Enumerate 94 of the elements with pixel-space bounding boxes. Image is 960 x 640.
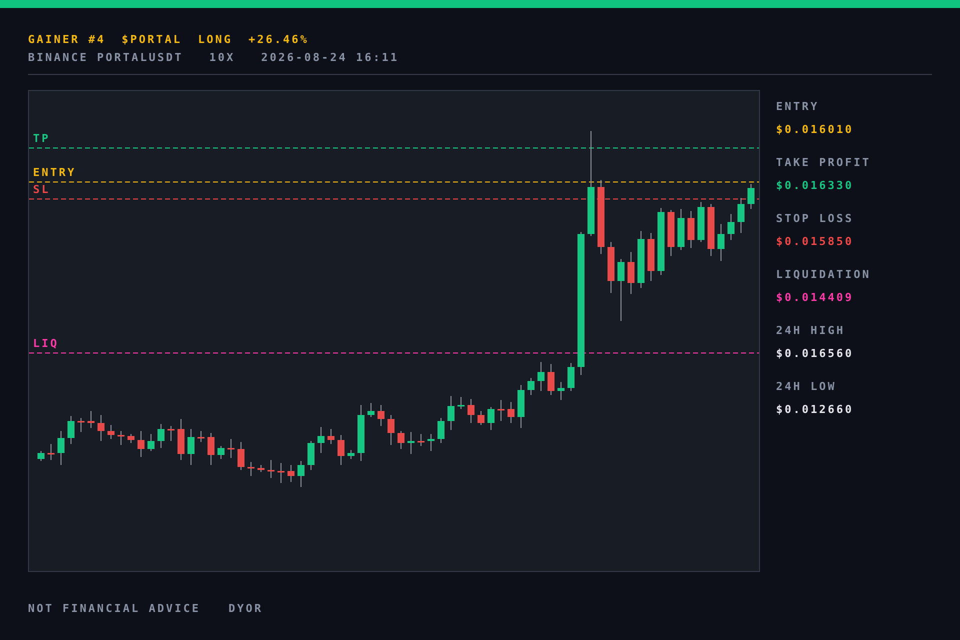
candlestick bbox=[438, 418, 444, 444]
candlestick bbox=[668, 210, 674, 256]
candlestick bbox=[708, 204, 714, 256]
price-level-label: TP bbox=[33, 132, 50, 145]
stat-value: $0.015850 bbox=[776, 235, 855, 248]
stat-label: 24H HIGH bbox=[776, 324, 846, 337]
candlestick bbox=[638, 230, 644, 288]
candlestick bbox=[98, 414, 104, 442]
candlestick bbox=[468, 398, 474, 424]
price-level-label: LIQ bbox=[33, 337, 59, 350]
candlestick bbox=[698, 202, 704, 242]
candlestick bbox=[128, 434, 134, 444]
candlestick bbox=[158, 424, 164, 448]
candlestick bbox=[418, 434, 424, 446]
candlestick bbox=[278, 462, 284, 484]
price-level-label: ENTRY bbox=[33, 166, 76, 179]
candlestick bbox=[448, 396, 454, 430]
candlestick bbox=[168, 426, 174, 442]
stat-value: $0.012660 bbox=[776, 403, 855, 416]
candlestick bbox=[728, 214, 734, 240]
candlestick bbox=[298, 460, 304, 488]
candlestick bbox=[148, 434, 154, 452]
candlestick bbox=[318, 426, 324, 454]
candlestick bbox=[548, 364, 554, 396]
candlestick bbox=[48, 444, 54, 460]
header-title-text: LONG bbox=[198, 32, 232, 46]
header-subtitle-text: 10X bbox=[209, 50, 236, 64]
candlestick bbox=[268, 460, 274, 478]
candlestick bbox=[248, 462, 254, 476]
candlestick bbox=[688, 210, 694, 248]
candlestick bbox=[348, 450, 354, 460]
candlestick bbox=[188, 428, 194, 466]
stat-label: TAKE PROFIT bbox=[776, 156, 871, 169]
candlestick bbox=[368, 402, 374, 418]
candlestick bbox=[738, 198, 744, 234]
candlestick bbox=[558, 382, 564, 400]
disclaimer-text: DYOR bbox=[228, 602, 263, 615]
candlestick bbox=[428, 434, 434, 452]
stat-label: 24H LOW bbox=[776, 380, 838, 393]
candlestick bbox=[618, 258, 624, 322]
candlestick bbox=[308, 440, 314, 470]
candlestick bbox=[748, 184, 754, 210]
candlestick bbox=[238, 442, 244, 470]
candlestick bbox=[388, 414, 394, 446]
candlestick bbox=[218, 446, 224, 460]
candlestick bbox=[288, 464, 294, 482]
candlestick bbox=[338, 434, 344, 466]
candlestick bbox=[78, 418, 84, 432]
candlestick bbox=[678, 208, 684, 250]
price-level-label: SL bbox=[33, 183, 50, 196]
disclaimer-text: NOT FINANCIAL ADVICE bbox=[28, 602, 200, 615]
candlestick bbox=[518, 384, 524, 428]
candlestick bbox=[228, 438, 234, 458]
candlestick bbox=[68, 416, 74, 444]
candlestick bbox=[328, 428, 334, 444]
candlestick bbox=[108, 424, 114, 440]
candlestick bbox=[178, 418, 184, 460]
candlestick bbox=[498, 400, 504, 422]
candlestick bbox=[398, 430, 404, 450]
candlestick bbox=[408, 432, 414, 454]
header-subtitle-text: 2026-08-24 16:11 bbox=[261, 50, 400, 64]
candlestick bbox=[528, 378, 534, 396]
candlestick bbox=[538, 362, 544, 392]
stat-value: $0.016330 bbox=[776, 179, 855, 192]
candlestick bbox=[508, 402, 514, 424]
candlestick bbox=[608, 242, 614, 294]
candlestick bbox=[208, 432, 214, 466]
candlestick bbox=[38, 450, 44, 462]
stat-label: LIQUIDATION bbox=[776, 268, 871, 281]
candlestick bbox=[198, 430, 204, 442]
candlestick bbox=[258, 464, 264, 472]
candlestick bbox=[568, 362, 574, 392]
stat-label: STOP LOSS bbox=[776, 212, 855, 225]
candlestick bbox=[458, 396, 464, 410]
stat-value: $0.016010 bbox=[776, 123, 855, 136]
candlestick bbox=[478, 410, 484, 426]
candlestick bbox=[488, 406, 494, 430]
candlestick bbox=[88, 410, 94, 428]
stat-value: $0.016560 bbox=[776, 347, 855, 360]
candlestick bbox=[58, 430, 64, 466]
candlestick bbox=[658, 208, 664, 276]
header-title-text: +26.46% bbox=[248, 32, 309, 46]
header-title-text: GAINER #4 bbox=[28, 32, 106, 46]
candlestick bbox=[118, 430, 124, 446]
candlestick bbox=[358, 404, 364, 462]
header-title-text: $PORTAL bbox=[122, 32, 182, 46]
header-subtitle-text: BINANCE PORTALUSDT bbox=[28, 50, 184, 64]
candlestick bbox=[378, 404, 384, 426]
stat-value: $0.014409 bbox=[776, 291, 855, 304]
candlestick bbox=[718, 224, 724, 262]
candlestick bbox=[628, 252, 634, 294]
stat-label: ENTRY bbox=[776, 100, 820, 113]
candlestick bbox=[138, 430, 144, 458]
candlestick bbox=[648, 232, 654, 282]
